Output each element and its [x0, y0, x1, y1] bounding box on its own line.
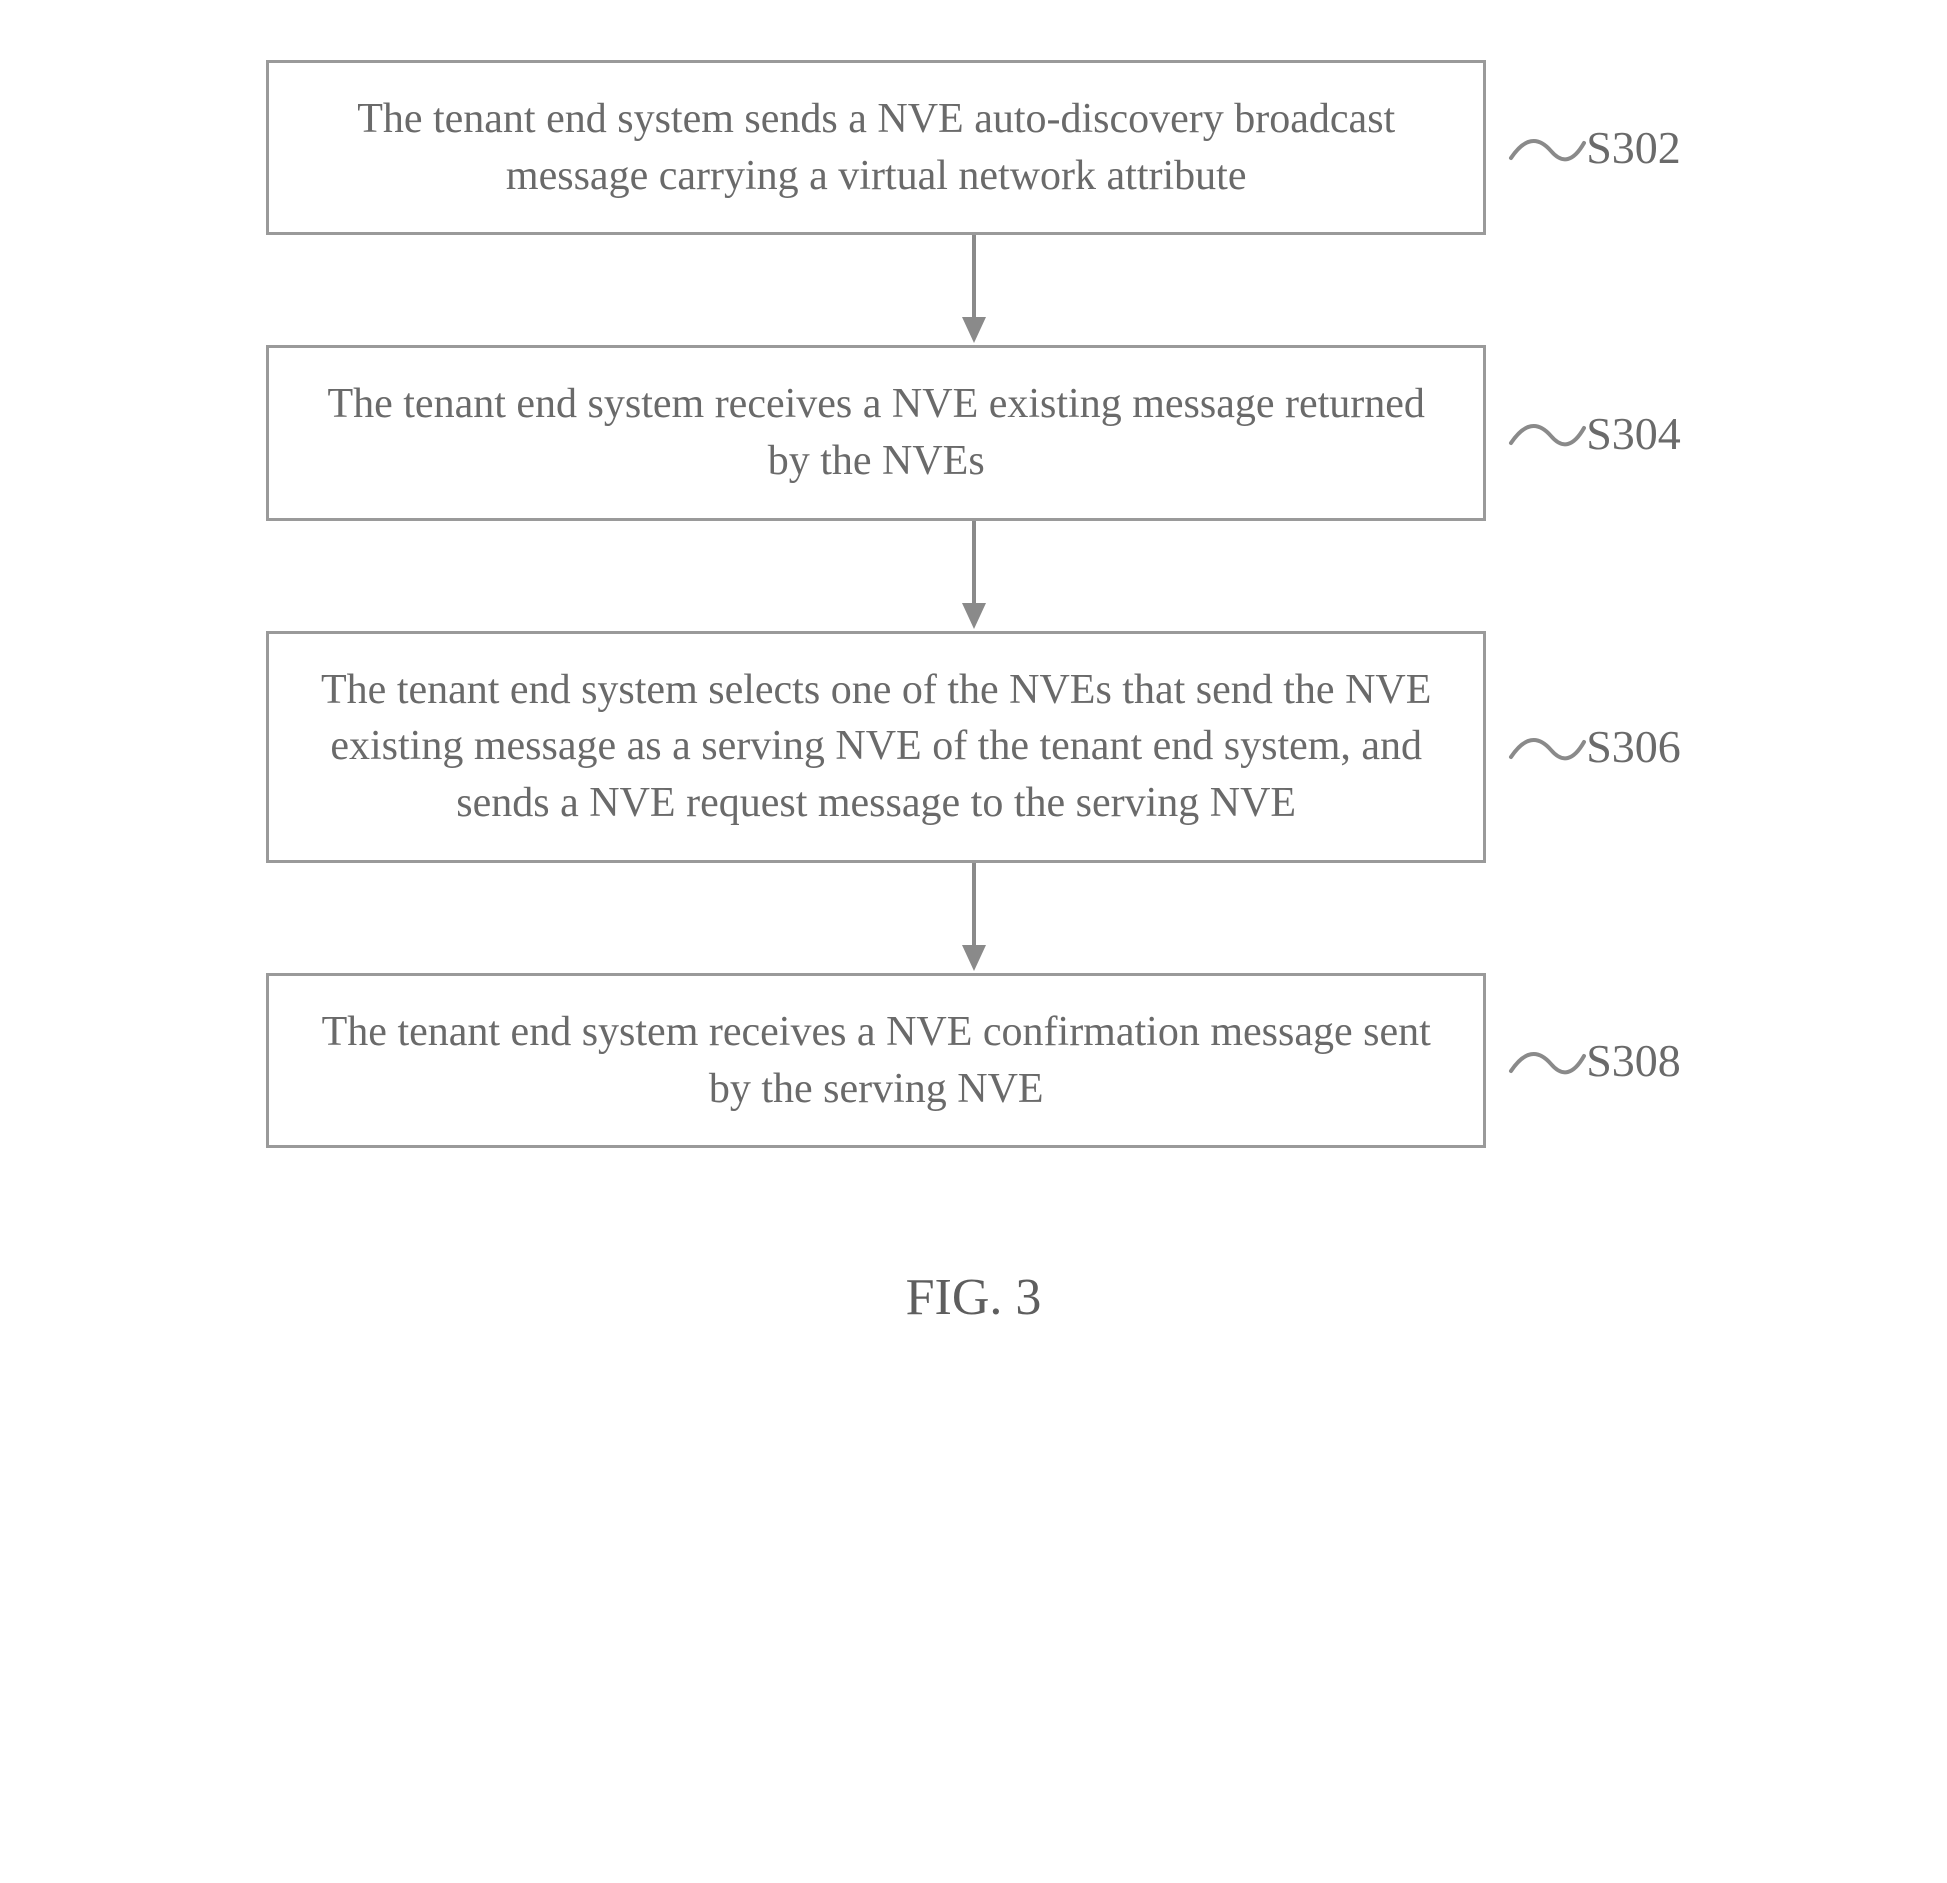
step-box-2: The tenant end system receives a NVE exi…: [266, 345, 1486, 520]
step-label: S306: [1586, 720, 1681, 773]
step-text: The tenant end system selects one of the…: [305, 662, 1447, 832]
step-row: The tenant end system receives a NVE con…: [174, 973, 1774, 1148]
step-box-4: The tenant end system receives a NVE con…: [266, 973, 1486, 1148]
step-label-group: S302: [1506, 121, 1681, 174]
step-text: The tenant end system sends a NVE auto-d…: [305, 91, 1447, 204]
connector-tilde-icon: [1506, 722, 1586, 772]
flowchart: The tenant end system sends a NVE auto-d…: [174, 60, 1774, 1148]
step-label-group: S306: [1506, 720, 1681, 773]
step-box-1: The tenant end system sends a NVE auto-d…: [266, 60, 1486, 235]
step-row: The tenant end system receives a NVE exi…: [174, 345, 1774, 520]
figure-caption: FIG. 3: [906, 1268, 1042, 1327]
step-label: S304: [1586, 407, 1681, 460]
step-row: The tenant end system selects one of the…: [174, 631, 1774, 863]
step-row: The tenant end system sends a NVE auto-d…: [174, 60, 1774, 235]
step-text: The tenant end system receives a NVE exi…: [305, 376, 1447, 489]
step-label-group: S308: [1506, 1034, 1681, 1087]
arrow-down-icon: [954, 863, 994, 973]
step-label-group: S304: [1506, 407, 1681, 460]
step-text: The tenant end system receives a NVE con…: [305, 1004, 1447, 1117]
connector-tilde-icon: [1506, 1036, 1586, 1086]
connector-tilde-icon: [1506, 123, 1586, 173]
arrow-down-icon: [954, 235, 994, 345]
connector-tilde-icon: [1506, 408, 1586, 458]
step-label: S308: [1586, 1034, 1681, 1087]
step-box-3: The tenant end system selects one of the…: [266, 631, 1486, 863]
arrow-down-icon: [954, 521, 994, 631]
step-label: S302: [1586, 121, 1681, 174]
